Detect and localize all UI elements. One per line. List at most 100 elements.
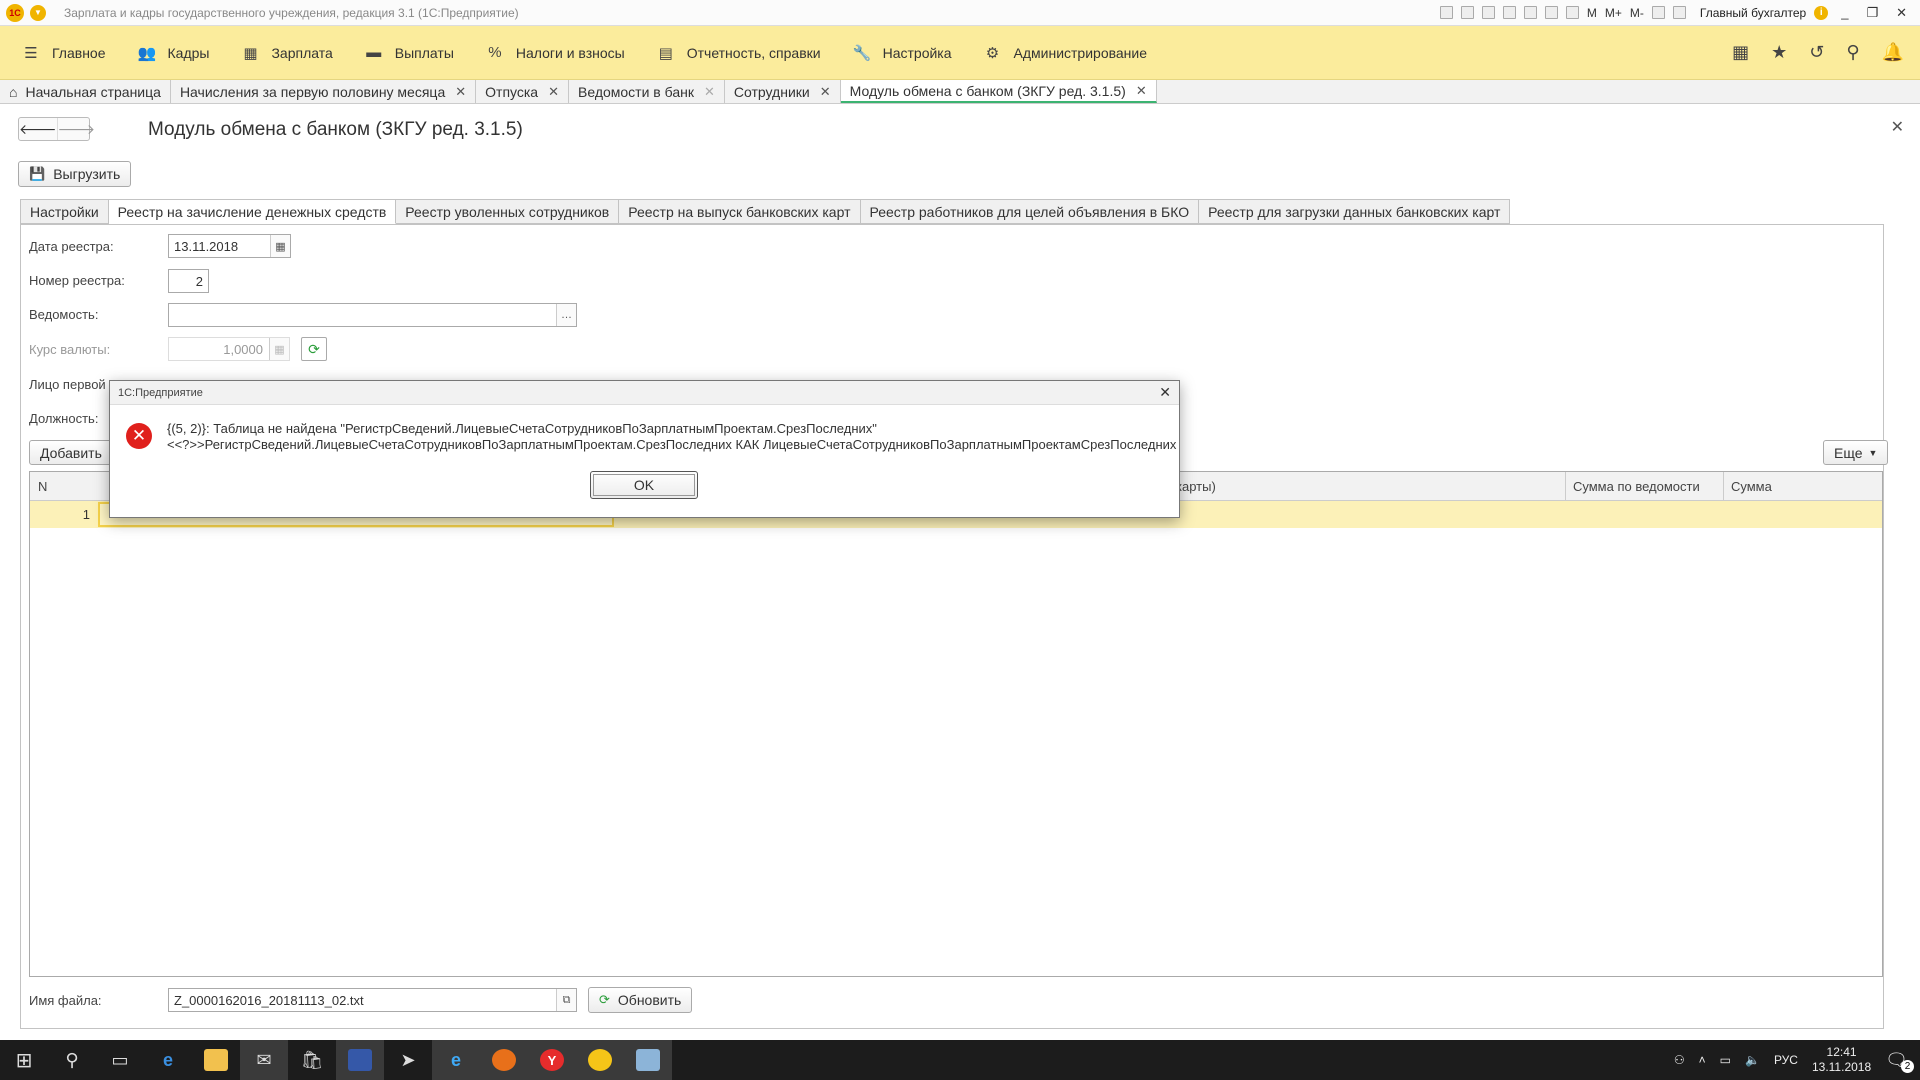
tab-vacations[interactable]: Отпуска ✕: [476, 80, 569, 103]
history-icon[interactable]: ↺: [1809, 42, 1824, 63]
refresh-icon: ⟳: [599, 992, 610, 1007]
close-window-button[interactable]: ✕: [1891, 5, 1912, 21]
favorites-star-icon[interactable]: ★: [1771, 42, 1787, 63]
statement-field[interactable]: …: [168, 303, 577, 327]
copy-icon[interactable]: [1523, 6, 1537, 19]
firefox-icon[interactable]: [480, 1040, 528, 1080]
zoom-icon[interactable]: [1651, 6, 1665, 19]
tab-label: Сотрудники: [733, 83, 810, 100]
tab-home[interactable]: ⌂ Начальная страница: [0, 80, 171, 103]
select-ellipsis-icon[interactable]: …: [556, 304, 576, 326]
minimize-button[interactable]: _: [1836, 5, 1853, 20]
1c-icon[interactable]: [576, 1040, 624, 1080]
menu-item-hr[interactable]: 👥 Кадры: [138, 44, 210, 62]
open-file-icon[interactable]: ⧉: [556, 989, 576, 1011]
file-explorer-icon[interactable]: [192, 1040, 240, 1080]
menu-label: Зарплата: [271, 44, 333, 61]
search-icon[interactable]: ⚲: [48, 1040, 96, 1080]
number-field[interactable]: 2: [168, 269, 209, 293]
network-icon[interactable]: ▭: [1720, 1053, 1731, 1067]
tab-card-data-register[interactable]: Реестр для загрузки данных банковских ка…: [1199, 199, 1511, 224]
refresh-button[interactable]: ⟳ Обновить: [588, 987, 693, 1013]
info-icon[interactable]: i: [1814, 5, 1829, 20]
more-button[interactable]: Еще ▼: [1823, 440, 1889, 465]
register-table[interactable]: N карты) Сумма по ведомости Сумма 1: [29, 471, 1883, 977]
user-icon[interactable]: ⚇: [1674, 1053, 1685, 1067]
calculator-icon[interactable]: [1544, 6, 1558, 19]
menu-item-main[interactable]: ☰ Главное: [22, 44, 105, 62]
notepad-icon[interactable]: [624, 1040, 672, 1080]
language-indicator[interactable]: РУС: [1774, 1053, 1798, 1067]
windows-start-icon[interactable]: ⊞: [0, 1040, 48, 1080]
export-button[interactable]: 💾 Выгрузить: [18, 161, 132, 187]
column-card[interactable]: карты): [1176, 479, 1216, 494]
notifications-bell-icon[interactable]: 🔔: [1882, 42, 1904, 63]
menu-item-reports[interactable]: ▤ Отчетность, справки: [657, 44, 821, 62]
current-user[interactable]: Главный бухгалтер: [1700, 6, 1806, 20]
menu-item-salary[interactable]: ▦ Зарплата: [241, 44, 332, 62]
menu-item-payments[interactable]: ▬ Выплаты: [365, 44, 454, 61]
clock[interactable]: 12:41 13.11.2018: [1812, 1045, 1871, 1075]
column-n[interactable]: N: [38, 479, 47, 494]
tab-first-half-accruals[interactable]: Начисления за первую половину месяца ✕: [171, 80, 477, 103]
chevron-up-icon[interactable]: ˄: [1699, 1053, 1706, 1067]
memory-m-minus-button[interactable]: M-: [1630, 6, 1644, 20]
file-field[interactable]: Z_0000162016_20181113_02.txt ⧉: [168, 988, 577, 1012]
menu-item-taxes[interactable]: % Налоги и взносы: [486, 44, 625, 61]
edge-icon[interactable]: e: [144, 1040, 192, 1080]
memory-m-button[interactable]: M: [1587, 6, 1597, 20]
all-functions-icon[interactable]: ▦: [1732, 42, 1749, 63]
notification-count: 2: [1901, 1059, 1914, 1073]
add-label: Добавить: [40, 444, 102, 461]
menu-item-settings[interactable]: 🔧 Настройка: [853, 44, 952, 62]
tab-employees[interactable]: Сотрудники ✕: [725, 80, 841, 103]
store-icon[interactable]: 🛍: [288, 1040, 336, 1080]
close-form-icon[interactable]: ✕: [1891, 117, 1904, 137]
menu-item-admin[interactable]: ⚙ Администрирование: [984, 44, 1147, 62]
print-icon[interactable]: [1460, 6, 1474, 19]
tab-card-issue-register[interactable]: Реестр на выпуск банковских карт: [619, 199, 861, 224]
panels-icon[interactable]: [1672, 6, 1686, 19]
tab-bko-register[interactable]: Реестр работников для целей объявления в…: [860, 199, 1200, 224]
app-logo-icon[interactable]: 1С: [6, 3, 24, 22]
position-label: Должность:: [29, 411, 99, 426]
tab-bank-statements[interactable]: Ведомости в банк ✕: [569, 80, 725, 103]
tab-bank-exchange-module[interactable]: Модуль обмена с банком (ЗКГУ ред. 3.1.5)…: [840, 80, 1157, 103]
ok-button[interactable]: OK: [590, 471, 698, 499]
calendar-icon[interactable]: ▦: [270, 235, 290, 257]
column-statement-sum[interactable]: Сумма по ведомости: [1573, 479, 1700, 494]
maximize-button[interactable]: ❐: [1861, 5, 1883, 21]
tab-settings[interactable]: Настройки: [20, 199, 109, 224]
task-view-icon[interactable]: ▭: [96, 1040, 144, 1080]
tab-dismissed-register[interactable]: Реестр уволенных сотрудников: [396, 199, 620, 224]
close-icon[interactable]: ✕: [455, 84, 466, 100]
save-app-icon[interactable]: [336, 1040, 384, 1080]
link-icon[interactable]: [1502, 6, 1516, 19]
app-menu-dropdown-icon[interactable]: ▼: [30, 4, 46, 21]
save-icon[interactable]: [1439, 6, 1453, 19]
mail-icon[interactable]: ✉: [240, 1040, 288, 1080]
close-icon[interactable]: ✕: [1136, 83, 1147, 99]
date-field[interactable]: 13.11.2018 ▦: [168, 234, 291, 258]
preview-icon[interactable]: [1481, 6, 1495, 19]
arrow-app-icon[interactable]: ➤: [384, 1040, 432, 1080]
statement-label: Ведомость:: [29, 307, 99, 322]
internet-explorer-icon[interactable]: e: [432, 1040, 480, 1080]
volume-icon[interactable]: 🔈: [1745, 1053, 1760, 1067]
notifications-icon[interactable]: 🗨 2: [1885, 1050, 1914, 1073]
search-icon[interactable]: ⚲: [1846, 42, 1859, 63]
gear-icon: ⚙: [985, 44, 1000, 62]
yandex-browser-icon[interactable]: Y: [528, 1040, 576, 1080]
calendar-icon[interactable]: [1565, 6, 1579, 19]
refresh-rate-icon[interactable]: ⟳: [301, 337, 327, 361]
forward-arrow-icon[interactable]: 🡒: [56, 118, 95, 140]
memory-m-plus-button[interactable]: M+: [1605, 6, 1622, 20]
close-icon[interactable]: ✕: [1159, 384, 1171, 401]
close-icon[interactable]: ✕: [820, 84, 831, 100]
close-icon[interactable]: ✕: [548, 84, 559, 100]
back-arrow-icon[interactable]: 🡐: [19, 118, 57, 140]
add-button[interactable]: Добавить: [29, 440, 113, 465]
tab-funds-transfer-register[interactable]: Реестр на зачисление денежных средств: [108, 199, 397, 224]
close-icon[interactable]: ✕: [704, 84, 715, 100]
column-sum[interactable]: Сумма: [1731, 479, 1772, 494]
